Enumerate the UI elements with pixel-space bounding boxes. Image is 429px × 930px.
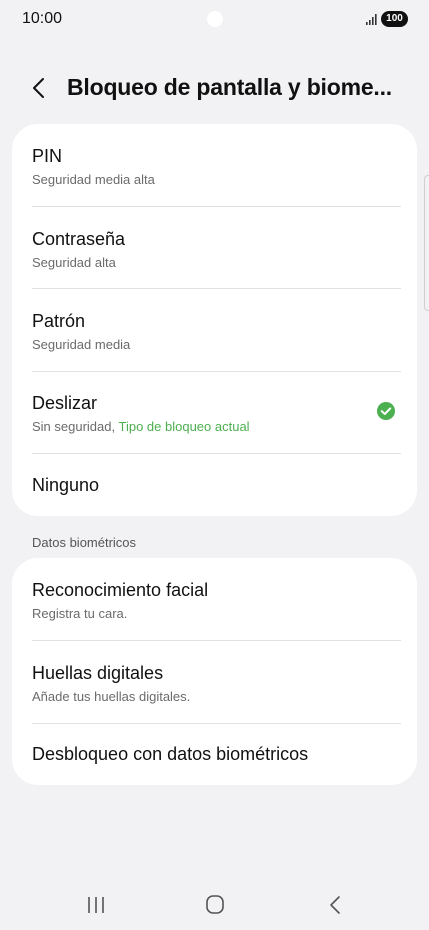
check-circle-icon xyxy=(377,402,395,420)
option-subtitle: Seguridad media alta xyxy=(32,172,155,187)
chevron-left-icon[interactable] xyxy=(26,74,54,102)
option-subtitle: Registra tu cara. xyxy=(32,606,128,621)
biometric-fingerprints[interactable]: Huellas digitales Añade tus huellas digi… xyxy=(12,641,417,724)
option-title: Deslizar xyxy=(32,393,98,413)
camera-cutout xyxy=(207,11,223,27)
section-label-biometrics: Datos biométricos xyxy=(32,535,137,550)
current-lock-label: Tipo de bloqueo actual xyxy=(118,419,250,434)
security-level-text: Sin seguridad, xyxy=(32,419,119,434)
biometrics-card: Reconocimiento facial Registra tu cara. … xyxy=(12,558,417,785)
signal-bars-icon xyxy=(366,14,377,25)
option-subtitle: Sin seguridad, Tipo de bloqueo actual xyxy=(32,419,250,434)
home-icon[interactable] xyxy=(203,894,227,916)
navigation-bar xyxy=(0,880,429,930)
status-time: 10:00 xyxy=(22,10,63,27)
option-subtitle: Seguridad media xyxy=(32,337,131,352)
biometric-face-recognition[interactable]: Reconocimiento facial Registra tu cara. xyxy=(12,558,417,641)
lock-type-card: PIN Seguridad media alta Contraseña Segu… xyxy=(12,124,417,516)
option-title: Patrón xyxy=(32,311,86,331)
option-title: Contraseña xyxy=(32,229,126,249)
recents-icon[interactable] xyxy=(84,894,108,916)
option-subtitle: Añade tus huellas digitales. xyxy=(32,689,191,704)
option-title: Huellas digitales xyxy=(32,663,164,683)
lock-option-pin[interactable]: PIN Seguridad media alta xyxy=(12,124,417,207)
biometric-unlock[interactable]: Desbloqueo con datos biométricos xyxy=(12,724,417,785)
option-title: Ninguno xyxy=(32,475,100,495)
status-bar: 10:00 100 xyxy=(0,0,429,40)
app-header: Bloqueo de pantalla y biome... xyxy=(0,64,429,112)
lock-option-none[interactable]: Ninguno xyxy=(12,454,417,516)
edge-panel-handle[interactable] xyxy=(424,175,429,311)
option-subtitle: Seguridad alta xyxy=(32,255,116,270)
back-nav-icon[interactable] xyxy=(324,894,348,916)
lock-option-pattern[interactable]: Patrón Seguridad media xyxy=(12,289,417,372)
battery-indicator: 100 xyxy=(381,11,408,27)
option-title: PIN xyxy=(32,146,63,166)
page-title: Bloqueo de pantalla y biome... xyxy=(67,74,392,100)
option-title: Reconocimiento facial xyxy=(32,580,209,600)
lock-option-swipe[interactable]: Deslizar Sin seguridad, Tipo de bloqueo … xyxy=(12,372,417,454)
lock-option-password[interactable]: Contraseña Seguridad alta xyxy=(12,207,417,289)
option-title: Desbloqueo con datos biométricos xyxy=(32,744,309,764)
